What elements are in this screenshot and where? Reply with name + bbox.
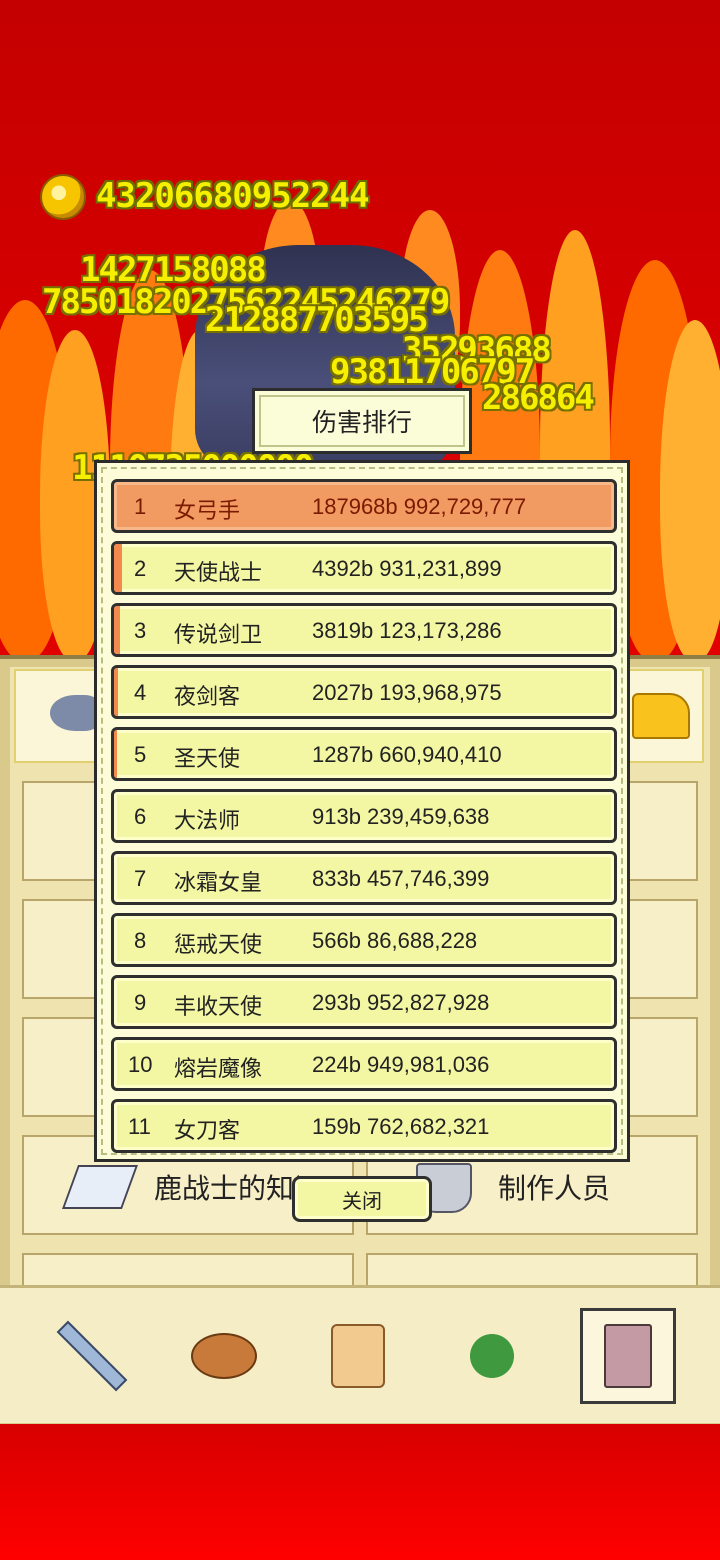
ranking-row[interactable]: 10 熔岩魔像 224b 949,981,036: [111, 1037, 617, 1091]
rank-number: 10: [128, 1052, 153, 1077]
book-tab[interactable]: [580, 1308, 676, 1404]
hero-name: 丰收天使: [174, 995, 263, 1020]
luck-tab[interactable]: [444, 1308, 540, 1404]
rank-number: 9: [134, 990, 147, 1015]
rank-number: 7: [134, 866, 147, 891]
hero-name: 天使战士: [174, 561, 263, 586]
row-accent: [114, 730, 117, 778]
damage-value: 4392b 931,231,899: [312, 556, 502, 581]
gold-counter: 43206680952244: [96, 176, 370, 216]
scroll-icon: [331, 1324, 385, 1388]
damage-value: 293b 952,827,928: [312, 990, 490, 1015]
damage-value: 913b 239,459,638: [312, 804, 490, 829]
quest-tab[interactable]: [310, 1308, 406, 1404]
row-accent: [114, 544, 122, 592]
rank-number: 5: [134, 742, 147, 767]
hero-name: 惩戒天使: [174, 933, 263, 958]
damage-value: 833b 457,746,399: [312, 866, 490, 891]
damage-value: 224b 949,981,036: [312, 1052, 490, 1077]
hero-name: 女弓手: [174, 499, 241, 524]
ranking-row[interactable]: 5 圣天使 1287b 660,940,410: [111, 727, 617, 781]
ranking-row[interactable]: 4 夜剑客 2027b 193,968,975: [111, 665, 617, 719]
ranking-row[interactable]: 6 大法师 913b 239,459,638: [111, 789, 617, 843]
hero-name: 女刀客: [174, 1119, 241, 1144]
bottom-nav: [0, 1285, 720, 1423]
ranking-row[interactable]: 7 冰霜女皇 833b 457,746,399: [111, 851, 617, 905]
row-accent: [114, 606, 120, 654]
ranking-row[interactable]: 8 惩戒天使 566b 86,688,228: [111, 913, 617, 967]
rank-number: 4: [134, 680, 147, 705]
rank-number: 2: [134, 556, 147, 581]
sword-icon: [56, 1320, 128, 1392]
hero-name: 传说剑卫: [174, 623, 263, 648]
rank-number: 1: [134, 494, 147, 519]
ranking-row[interactable]: 1 女弓手 187968b 992,729,777: [111, 479, 617, 533]
damage-number: 212887703595: [205, 300, 429, 340]
clover-icon: [464, 1328, 520, 1384]
ranking-row[interactable]: 11 女刀客 159b 762,682,321: [111, 1099, 617, 1153]
hero-name: 圣天使: [174, 747, 241, 772]
gold-coin-icon: [40, 174, 86, 220]
hero-name: 冰霜女皇: [174, 871, 263, 896]
ranking-row[interactable]: 2 天使战士 4392b 931,231,899: [111, 541, 617, 595]
damage-value: 1287b 660,940,410: [312, 742, 502, 767]
rank-number: 6: [134, 804, 147, 829]
damage-ranking-modal: 1 女弓手 187968b 992,729,777 2 天使战士 4392b 9…: [94, 460, 630, 1162]
book-icon: [604, 1324, 652, 1388]
rank-number: 11: [128, 1114, 151, 1139]
row-accent: [114, 668, 118, 716]
book-icon: [61, 1165, 139, 1209]
damage-value: 187968b 992,729,777: [312, 494, 527, 519]
damage-value: 566b 86,688,228: [312, 928, 478, 953]
cheese-icon: [632, 693, 690, 739]
hero-name: 大法师: [174, 809, 241, 834]
close-button[interactable]: 关闭: [292, 1176, 432, 1222]
bread-icon: [191, 1333, 257, 1379]
damage-value: 2027b 193,968,975: [312, 680, 502, 705]
rank-number: 8: [134, 928, 147, 953]
ranking-row[interactable]: 3 传说剑卫 3819b 123,173,286: [111, 603, 617, 657]
modal-title: 伤害排行: [252, 388, 472, 454]
fish-icon: [50, 695, 100, 731]
damage-value: 159b 762,682,321: [312, 1114, 490, 1139]
weapon-tab[interactable]: [44, 1308, 140, 1404]
hero-name: 夜剑客: [174, 685, 241, 710]
hero-name: 熔岩魔像: [174, 1057, 263, 1082]
damage-value: 3819b 123,173,286: [312, 618, 502, 643]
flame: [660, 320, 720, 660]
damage-number: 286864: [482, 378, 595, 418]
rank-number: 3: [134, 618, 147, 643]
ranking-row[interactable]: 9 丰收天使 293b 952,827,928: [111, 975, 617, 1029]
tile-label: 制作人员: [498, 1172, 611, 1205]
food-tab[interactable]: [176, 1308, 272, 1404]
